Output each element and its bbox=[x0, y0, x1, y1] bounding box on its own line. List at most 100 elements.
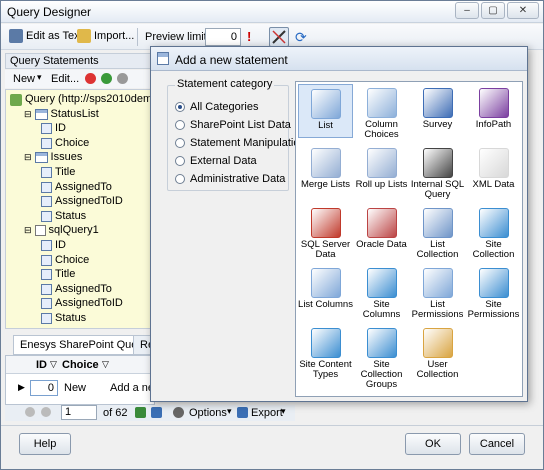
chevron-down-icon[interactable]: ▾ bbox=[281, 406, 286, 417]
category-label: All Categories bbox=[190, 101, 259, 113]
settings-icon[interactable] bbox=[117, 73, 128, 84]
tree-node-label: sqlQuery1 bbox=[48, 224, 99, 237]
new-statement-button[interactable]: New bbox=[13, 73, 35, 85]
preview-limit-input[interactable]: 0 bbox=[205, 28, 241, 46]
radio-button-icon[interactable] bbox=[175, 138, 185, 148]
tree-node[interactable]: Query (http://sps2010demo) bbox=[10, 92, 150, 107]
statement-type-label: Site Columns bbox=[362, 299, 401, 320]
tree-node-label: AssignedTo bbox=[55, 282, 112, 295]
row-indicator-icon: ▶ bbox=[18, 382, 25, 392]
category-radio[interactable]: All Categories bbox=[175, 101, 258, 113]
tree-node[interactable]: Choice bbox=[38, 136, 89, 151]
tree-node[interactable]: Title bbox=[38, 165, 75, 180]
tree-node[interactable]: ⊟ Issues bbox=[24, 150, 82, 165]
radio-button-icon[interactable] bbox=[175, 120, 185, 130]
first-page-icon[interactable] bbox=[25, 407, 35, 417]
import-button[interactable]: Import... bbox=[77, 29, 134, 43]
add-icon[interactable] bbox=[101, 73, 112, 84]
filter-icon[interactable]: ▽ bbox=[50, 359, 57, 370]
edit-statement-button[interactable]: Edit... bbox=[51, 73, 79, 85]
column-icon bbox=[41, 123, 52, 135]
design-mode-button[interactable] bbox=[269, 27, 289, 47]
expander-icon[interactable]: ⊟ bbox=[24, 150, 32, 165]
column-icon bbox=[41, 254, 52, 266]
statement-type-item[interactable]: Oracle Data bbox=[354, 204, 409, 258]
tree-node[interactable]: AssignedTo bbox=[38, 180, 112, 195]
options-icon bbox=[173, 407, 184, 418]
options-button[interactable]: Options bbox=[189, 407, 227, 419]
statement-type-item[interactable]: Survey bbox=[410, 84, 465, 138]
tree-node[interactable]: Title bbox=[38, 267, 75, 282]
statement-type-item[interactable]: XML Data bbox=[466, 144, 521, 198]
prev-page-icon[interactable] bbox=[41, 407, 51, 417]
expander-icon[interactable]: ⊟ bbox=[24, 107, 32, 122]
tree-node-label: Status bbox=[55, 312, 87, 324]
statement-type-item[interactable]: User Collection bbox=[410, 324, 465, 380]
category-radio[interactable]: Administrative Data bbox=[175, 173, 285, 185]
grid-cell-choice[interactable]: New bbox=[64, 382, 86, 394]
statement-type-item[interactable]: Site Collection Groups bbox=[354, 324, 409, 390]
category-label: Statement Manipulation bbox=[190, 137, 306, 149]
statement-type-label: Roll up Lists bbox=[355, 179, 408, 190]
tree-node[interactable]: AssignedToID bbox=[38, 194, 123, 209]
category-radio[interactable]: External Data bbox=[175, 155, 257, 167]
statement-type-item[interactable]: Site Permissions bbox=[466, 264, 521, 320]
export-button[interactable]: Export bbox=[251, 407, 283, 419]
help-button[interactable]: Help bbox=[19, 433, 71, 455]
statement-type-item[interactable]: List Columns bbox=[298, 264, 353, 318]
cancel-button[interactable]: Cancel bbox=[469, 433, 525, 455]
chevron-down-icon[interactable]: ▾ bbox=[227, 406, 232, 417]
delete-icon[interactable] bbox=[85, 73, 96, 84]
statement-type-item[interactable]: List Collection bbox=[410, 204, 465, 260]
category-radio[interactable]: Statement Manipulation bbox=[175, 137, 306, 149]
site-content-types-icon bbox=[310, 328, 341, 358]
last-page-icon[interactable] bbox=[151, 407, 162, 418]
refresh-icon[interactable]: ⟳ bbox=[295, 29, 307, 46]
statement-type-item[interactable]: Column Choices bbox=[354, 84, 409, 140]
warning-icon: ! bbox=[247, 29, 252, 44]
grid-cell-id[interactable]: 0 bbox=[30, 380, 58, 396]
edit-as-text-button[interactable]: Edit as Text bbox=[9, 29, 83, 43]
grid-header-choice[interactable]: Choice bbox=[62, 359, 99, 371]
next-page-icon[interactable] bbox=[135, 407, 146, 418]
statement-type-item[interactable]: Site Content Types bbox=[298, 324, 353, 380]
chevron-down-icon[interactable]: ▾ bbox=[37, 72, 42, 83]
statement-type-item[interactable]: Site Collection bbox=[466, 204, 521, 260]
ok-button[interactable]: OK bbox=[405, 433, 461, 455]
pager-bar: 1 of 62 Options ▾ Export ▾ bbox=[5, 405, 295, 421]
statement-type-label: Site Permissions bbox=[467, 299, 520, 320]
statement-type-item[interactable]: InfoPath bbox=[466, 84, 521, 138]
statement-type-item[interactable]: Merge Lists bbox=[298, 144, 353, 198]
tree-node[interactable]: Status bbox=[38, 311, 86, 326]
statement-type-item[interactable]: Roll up Lists bbox=[354, 144, 409, 198]
statement-type-label: InfoPath bbox=[475, 119, 512, 130]
tree-node[interactable]: ID bbox=[38, 121, 66, 136]
statement-type-item[interactable]: SQL Server Data bbox=[298, 204, 353, 260]
statement-type-item[interactable]: List bbox=[298, 84, 353, 138]
sql-query-icon bbox=[422, 148, 453, 178]
tree-node[interactable]: Status bbox=[38, 209, 86, 224]
list-columns-icon bbox=[310, 268, 341, 298]
tree-node[interactable]: ⊟ StatusList bbox=[24, 107, 99, 122]
tree-node[interactable]: AssignedTo bbox=[38, 282, 112, 297]
filter-icon[interactable]: ▽ bbox=[102, 359, 109, 370]
grid-header-id[interactable]: ID bbox=[36, 359, 47, 371]
tree-node[interactable]: Choice bbox=[38, 253, 89, 268]
tree-node[interactable]: ⊟ sqlQuery1 bbox=[24, 223, 99, 238]
statement-type-item[interactable]: Site Columns bbox=[354, 264, 409, 320]
maximize-button[interactable]: ▢ bbox=[481, 2, 505, 19]
close-button[interactable]: ✕ bbox=[507, 2, 539, 19]
radio-button-icon[interactable] bbox=[175, 102, 185, 112]
radio-button-icon[interactable] bbox=[175, 156, 185, 166]
sql-server-icon bbox=[310, 208, 341, 238]
statement-type-item[interactable]: Internal SQL Query bbox=[410, 144, 465, 200]
statement-type-label: List Collection bbox=[416, 239, 459, 260]
radio-button-icon[interactable] bbox=[175, 174, 185, 184]
tree-node[interactable]: ID bbox=[38, 238, 66, 253]
statement-type-item[interactable]: List Permissions bbox=[410, 264, 465, 320]
page-input[interactable]: 1 bbox=[61, 405, 97, 420]
expander-icon[interactable]: ⊟ bbox=[24, 223, 32, 238]
minimize-button[interactable]: – bbox=[455, 2, 479, 19]
category-radio[interactable]: SharePoint List Data bbox=[175, 119, 291, 131]
tree-node[interactable]: AssignedToID bbox=[38, 296, 123, 311]
